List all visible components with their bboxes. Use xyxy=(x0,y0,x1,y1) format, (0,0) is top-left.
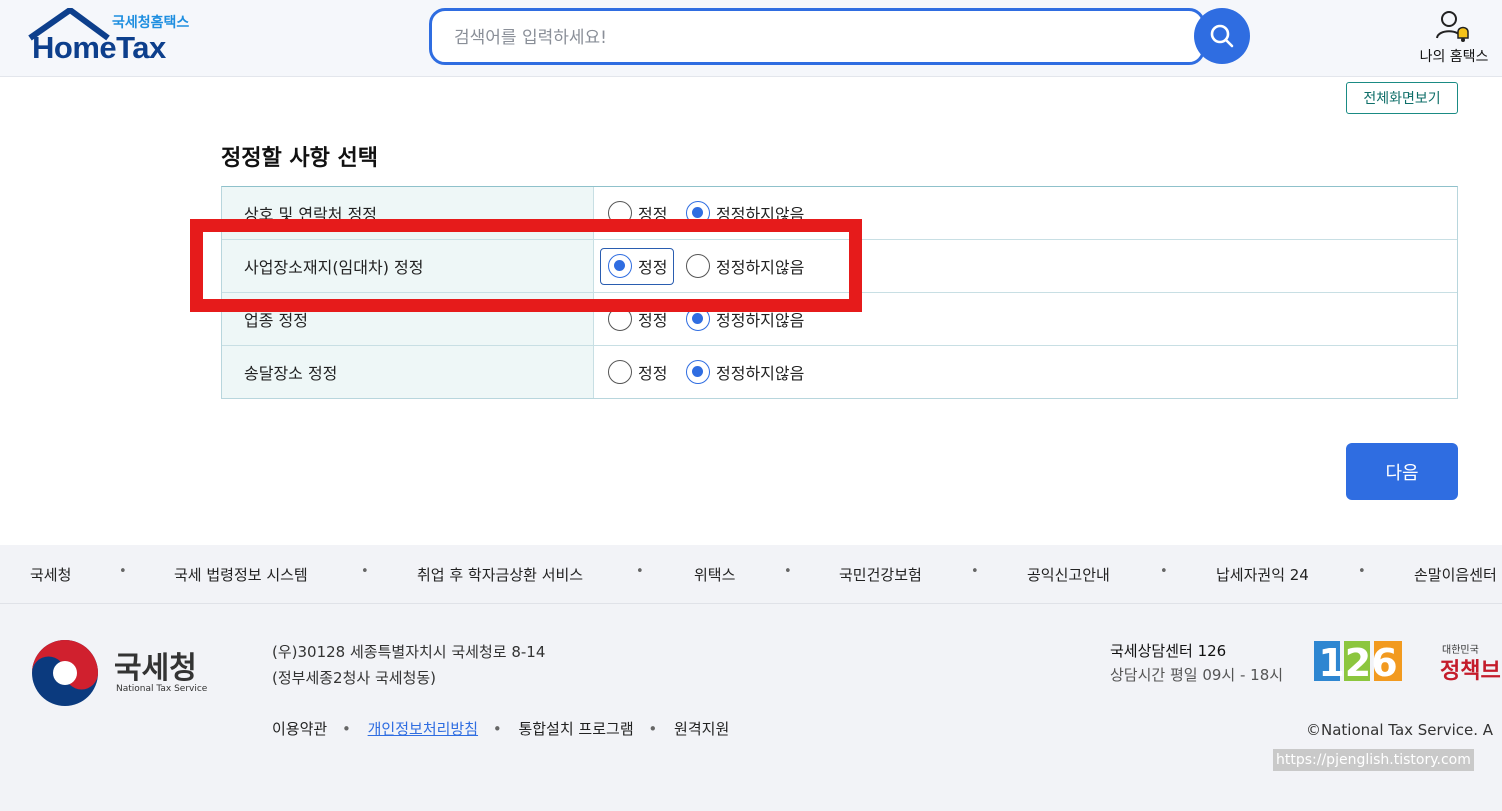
separator-dot: • xyxy=(648,720,658,738)
section-title: 정정할 사항 선택 xyxy=(221,146,378,171)
separator-dot: • xyxy=(1160,564,1168,579)
install-program-link[interactable]: 통합설치 프로그램 xyxy=(518,720,633,738)
footer-link[interactable]: 국세 법령정보 시스템 xyxy=(174,564,308,585)
radio-label: 정정하지않음 xyxy=(716,258,805,277)
nts-english-name: National Tax Service xyxy=(116,684,208,694)
search-input[interactable] xyxy=(454,25,1154,51)
my-hometax-button[interactable]: 나의 홈택스 xyxy=(1412,8,1496,70)
table-row: 업종 정정 정정 정정하지않음 xyxy=(222,293,1457,346)
separator-dot: • xyxy=(341,720,351,738)
policy-links: 이용약관 • 개인정보처리방침 • 통합설치 프로그램 • 원격지원 xyxy=(272,718,739,739)
radio-checked-icon[interactable] xyxy=(686,201,710,225)
separator-dot: • xyxy=(784,564,792,579)
footer-link[interactable]: 손말이음센터 xyxy=(1414,564,1497,585)
radio-unchecked-icon[interactable] xyxy=(608,307,632,331)
nts-logo: 국세청 National Tax Service xyxy=(30,638,210,708)
taeguk-emblem-icon xyxy=(32,640,98,706)
copyright: ©National Tax Service. A xyxy=(1306,721,1494,739)
gov-brand-title[interactable]: 정책브 xyxy=(1440,653,1501,685)
privacy-policy-link[interactable]: 개인정보처리방침 xyxy=(368,720,478,738)
radio-label: 정정 xyxy=(638,364,668,383)
radio-no-correct[interactable]: 정정하지않음 xyxy=(686,307,804,331)
separator-dot: • xyxy=(361,564,369,579)
radio-correct[interactable]: 정정 xyxy=(608,307,667,331)
terms-link[interactable]: 이용약관 xyxy=(272,720,327,738)
row-label: 업종 정정 xyxy=(222,293,594,345)
footer-link[interactable]: 국민건강보험 xyxy=(839,564,922,585)
nts-name: 국세청 xyxy=(114,651,197,686)
correction-table: 상호 및 연락처 정정 정정 정정하지않음 사업장소재지(임대차) 정정 정정 … xyxy=(221,186,1458,399)
radio-unchecked-icon[interactable] xyxy=(608,360,632,384)
call-center-126-logo: 126 xyxy=(1314,641,1402,685)
call-center-title: 국세상담센터 126 xyxy=(1110,642,1227,660)
separator-dot: • xyxy=(971,564,979,579)
radio-label: 정정 xyxy=(638,205,668,224)
radio-checked-icon[interactable] xyxy=(686,307,710,331)
address-line-1: (우)30128 세종특별자치시 국세청로 8-14 xyxy=(272,643,546,661)
search-box xyxy=(429,8,1205,65)
footer: 국세청 • 국세 법령정보 시스템 • 취업 후 학자금상환 서비스 • 위택스… xyxy=(0,545,1502,811)
row-label: 송달장소 정정 xyxy=(222,346,594,398)
logo-title: HomeTax xyxy=(32,30,166,65)
full-screen-button[interactable]: 전체화면보기 xyxy=(1346,82,1458,114)
search-icon xyxy=(1210,24,1234,48)
footer-links: 국세청 • 국세 법령정보 시스템 • 취업 후 학자금상환 서비스 • 위택스… xyxy=(0,545,1502,604)
radio-label: 정정 xyxy=(638,258,668,277)
watermark: https://pjenglish.tistory.com xyxy=(1273,749,1474,771)
row-label: 사업장소재지(임대차) 정정 xyxy=(222,240,594,292)
separator-dot: • xyxy=(119,564,127,579)
radio-label: 정정하지않음 xyxy=(716,205,805,224)
radio-checked-icon[interactable] xyxy=(608,254,632,278)
next-button[interactable]: 다음 xyxy=(1346,443,1458,500)
separator-dot: • xyxy=(492,720,502,738)
row-options: 정정 정정하지않음 xyxy=(594,240,1457,292)
footer-link[interactable]: 납세자권익 24 xyxy=(1216,564,1309,585)
radio-label: 정정하지않음 xyxy=(716,364,805,383)
radio-unchecked-icon[interactable] xyxy=(686,254,710,278)
table-row: 송달장소 정정 정정 정정하지않음 xyxy=(222,346,1457,398)
hometax-logo[interactable]: 국세청홈택스 HomeTax xyxy=(28,8,203,68)
footer-link[interactable]: 취업 후 학자금상환 서비스 xyxy=(417,564,583,585)
logo-subtitle: 국세청홈택스 xyxy=(112,15,190,31)
row-label: 상호 및 연락처 정정 xyxy=(222,187,594,239)
table-row: 사업장소재지(임대차) 정정 정정 정정하지않음 xyxy=(222,240,1457,293)
radio-unchecked-icon[interactable] xyxy=(608,201,632,225)
radio-checked-icon[interactable] xyxy=(686,360,710,384)
table-row: 상호 및 연락처 정정 정정 정정하지않음 xyxy=(222,187,1457,240)
address-line-2: (정부세종2청사 국세청동) xyxy=(272,669,437,687)
call-center-number: 126 xyxy=(1318,641,1397,685)
radio-correct[interactable]: 정정 xyxy=(608,201,667,225)
user-bell-icon xyxy=(1436,11,1469,42)
row-options: 정정 정정하지않음 xyxy=(594,346,1457,398)
radio-label: 정정 xyxy=(638,311,668,330)
header: 국세청홈택스 HomeTax 나의 홈택스 xyxy=(0,0,1502,77)
radio-correct[interactable]: 정정 xyxy=(608,360,667,384)
radio-no-correct[interactable]: 정정하지않음 xyxy=(686,254,804,278)
separator-dot: • xyxy=(636,564,644,579)
radio-no-correct[interactable]: 정정하지않음 xyxy=(686,360,804,384)
footer-link[interactable]: 공익신고안내 xyxy=(1027,564,1110,585)
radio-label: 정정하지않음 xyxy=(716,311,805,330)
radio-no-correct[interactable]: 정정하지않음 xyxy=(686,201,804,225)
radio-correct[interactable]: 정정 xyxy=(608,254,667,278)
footer-link[interactable]: 국세청 xyxy=(30,564,71,585)
footer-link[interactable]: 위택스 xyxy=(694,564,735,585)
search-button[interactable] xyxy=(1194,8,1250,64)
call-center-hours: 상담시간 평일 09시 - 18시 xyxy=(1110,666,1284,684)
remote-support-link[interactable]: 원격지원 xyxy=(674,720,729,738)
row-options: 정정 정정하지않음 xyxy=(594,187,1457,239)
row-options: 정정 정정하지않음 xyxy=(594,293,1457,345)
separator-dot: • xyxy=(1358,564,1366,579)
my-hometax-label: 나의 홈택스 xyxy=(1419,49,1489,65)
